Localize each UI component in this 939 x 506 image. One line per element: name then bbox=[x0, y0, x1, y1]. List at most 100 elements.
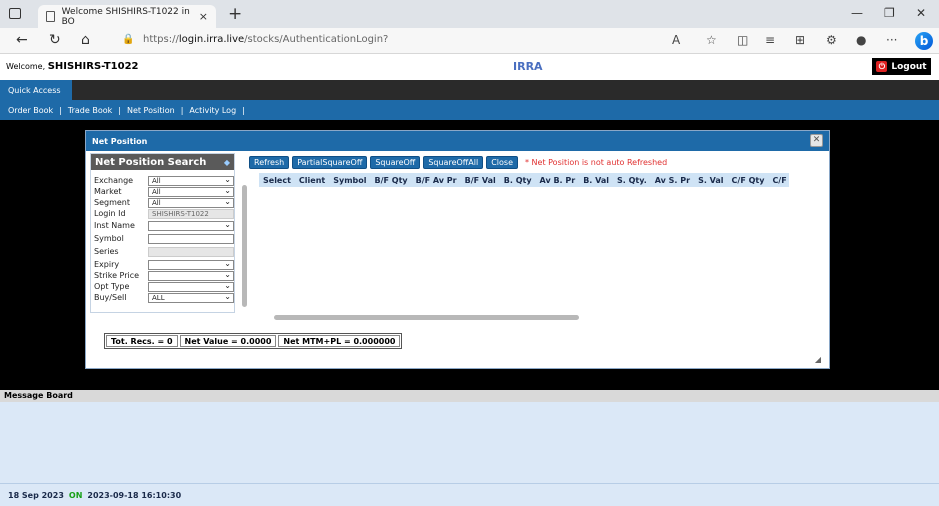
power-icon: ⏻ bbox=[876, 61, 888, 72]
collections-icon[interactable]: ⊞ bbox=[795, 33, 805, 47]
col-b-val[interactable]: B. Val bbox=[579, 176, 613, 185]
squareoff-all-button[interactable]: SquareOffAll bbox=[423, 156, 484, 169]
window-close-icon[interactable]: ✕ bbox=[916, 6, 926, 20]
col-av-s-pr[interactable]: Av S. Pr bbox=[651, 176, 694, 185]
refresh-button[interactable]: Refresh bbox=[249, 156, 290, 169]
brand-title: IRRA bbox=[513, 60, 543, 73]
net-position-dialog: Net Position ✕ Net Position Search ◆ Exch… bbox=[85, 130, 830, 369]
exchange-label: Exchange bbox=[94, 176, 134, 185]
search-scrollbar[interactable] bbox=[241, 175, 248, 315]
close-button[interactable]: Close bbox=[486, 156, 519, 169]
totals-bar: Tot. Recs. = 0 Net Value = 0.0000 Net MT… bbox=[104, 333, 403, 349]
reload-icon[interactable]: ↻ bbox=[49, 32, 61, 48]
tab-title: Welcome SHISHIRS-T1022 in BO bbox=[61, 6, 190, 27]
more-menu-icon[interactable]: ··· bbox=[886, 33, 897, 47]
collapse-icon[interactable]: ◆ bbox=[224, 158, 230, 167]
nav-trade-book[interactable]: Trade Book bbox=[68, 106, 112, 115]
favorites-icon[interactable]: ≡ bbox=[765, 33, 775, 47]
squareoff-button[interactable]: SquareOff bbox=[370, 156, 421, 169]
opt-type-select[interactable]: ⌄ bbox=[148, 282, 234, 292]
col-cf-qty[interactable]: C/F Qty bbox=[728, 176, 769, 185]
restore-icon[interactable]: ❐ bbox=[884, 6, 895, 20]
buy-sell-label: Buy/Sell bbox=[94, 293, 127, 302]
symbol-label: Symbol bbox=[94, 234, 124, 243]
resize-handle-icon[interactable]: ◢ bbox=[815, 355, 821, 364]
app-header: Welcome, SHISHIRS-T1022 IRRA ⏻ Logout bbox=[0, 54, 939, 78]
strike-price-label: Strike Price bbox=[94, 271, 140, 280]
minimize-icon[interactable]: — bbox=[851, 6, 863, 20]
welcome-text: Welcome, SHISHIRS-T1022 bbox=[6, 61, 139, 72]
new-tab-icon[interactable]: + bbox=[228, 4, 242, 24]
browser-tab[interactable]: Welcome SHISHIRS-T1022 in BO × bbox=[38, 5, 216, 28]
logout-button[interactable]: ⏻ Logout bbox=[872, 58, 931, 75]
net-value: Net Value = 0.0000 bbox=[179, 335, 277, 347]
lock-icon[interactable]: 🔒 bbox=[122, 34, 134, 45]
home-icon[interactable]: ⌂ bbox=[81, 32, 90, 48]
browser-tabstrip: Welcome SHISHIRS-T1022 in BO × + — ❐ ✕ bbox=[0, 0, 939, 28]
col-s-qty[interactable]: S. Qty. bbox=[613, 176, 651, 185]
expiry-label: Expiry bbox=[94, 260, 120, 269]
nav-order-book[interactable]: Order Book bbox=[8, 106, 53, 115]
col-s-val[interactable]: S. Val bbox=[694, 176, 727, 185]
read-aloud-icon[interactable]: A bbox=[672, 33, 680, 47]
opt-type-label: Opt Type bbox=[94, 282, 130, 291]
col-client[interactable]: Client bbox=[295, 176, 329, 185]
segment-select[interactable]: All ⌄ bbox=[148, 198, 234, 208]
status-datetime: 2023-09-18 16:10:30 bbox=[87, 490, 182, 500]
page-icon bbox=[46, 11, 55, 22]
nav-activity-log[interactable]: Activity Log bbox=[189, 106, 236, 115]
message-board-title: Message Board bbox=[0, 390, 939, 402]
username: SHISHIRS-T1022 bbox=[47, 61, 139, 72]
address-bar: ← ↻ ⌂ 🔒 https://login.irra.live/stocks/A… bbox=[0, 28, 939, 54]
url-field[interactable]: https://login.irra.live/stocks/Authentic… bbox=[143, 34, 388, 45]
profile-avatar-icon[interactable]: ● bbox=[856, 33, 866, 47]
message-board bbox=[0, 402, 939, 483]
extensions-icon[interactable]: ⚙ bbox=[826, 33, 837, 47]
position-table-header: Select Client Symbol B/F Qty B/F Av Pr B… bbox=[259, 173, 789, 187]
col-cf-a[interactable]: C/F A bbox=[768, 176, 789, 185]
login-id-field: SHISHIRS-T1022 bbox=[148, 209, 234, 219]
search-title: Net Position Search ◆ bbox=[91, 154, 234, 170]
col-bf-avpr[interactable]: B/F Av Pr bbox=[412, 176, 461, 185]
nav-net-position[interactable]: Net Position bbox=[127, 106, 175, 115]
partial-squareoff-button[interactable]: PartialSquareOff bbox=[292, 156, 368, 169]
col-av-b-pr[interactable]: Av B. Pr bbox=[536, 176, 580, 185]
favorite-star-icon[interactable]: ☆ bbox=[706, 33, 717, 47]
buy-sell-select[interactable]: ALL ⌄ bbox=[148, 293, 234, 303]
tab-close-icon[interactable]: × bbox=[199, 10, 208, 23]
total-records: Tot. Recs. = 0 bbox=[106, 335, 178, 347]
main-nav: Order Book | Trade Book | Net Position |… bbox=[0, 100, 939, 120]
col-b-qty[interactable]: B. Qty bbox=[500, 176, 536, 185]
inst-name-select[interactable]: ⌄ bbox=[148, 221, 234, 231]
search-panel: Net Position Search ◆ Exchange All ⌄ Marke… bbox=[90, 153, 235, 313]
market-label: Market bbox=[94, 187, 122, 196]
net-mtm: Net MTM+PL = 0.000000 bbox=[278, 335, 401, 347]
quick-access-tab[interactable]: Quick Access bbox=[0, 80, 72, 100]
status-bar: 18 Sep 2023 ON 2023-09-18 16:10:30 bbox=[0, 483, 939, 506]
series-label: Series bbox=[94, 247, 119, 256]
series-field bbox=[148, 247, 234, 257]
status-on: ON bbox=[68, 490, 83, 500]
dialog-close-icon[interactable]: ✕ bbox=[810, 134, 823, 147]
col-bf-qty[interactable]: B/F Qty bbox=[371, 176, 412, 185]
refresh-note: * Net Position is not auto Refreshed bbox=[525, 158, 668, 167]
inst-name-label: Inst Name bbox=[94, 221, 135, 230]
dialog-title: Net Position bbox=[86, 131, 829, 151]
exchange-select[interactable]: All ⌄ bbox=[148, 176, 234, 186]
strike-price-select[interactable]: ⌄ bbox=[148, 271, 234, 281]
symbol-input[interactable] bbox=[148, 234, 234, 244]
bing-icon[interactable]: b bbox=[915, 32, 933, 50]
market-select[interactable]: All ⌄ bbox=[148, 187, 234, 197]
col-bf-val[interactable]: B/F Val bbox=[461, 176, 500, 185]
quick-access-bar: Quick Access bbox=[0, 80, 939, 100]
table-horizontal-scrollbar[interactable] bbox=[259, 313, 789, 322]
expiry-select[interactable]: ⌄ bbox=[148, 260, 234, 270]
segment-label: Segment bbox=[94, 198, 130, 207]
login-id-label: Login Id bbox=[94, 209, 126, 218]
tab-actions-icon[interactable] bbox=[9, 8, 21, 19]
back-icon[interactable]: ← bbox=[16, 32, 28, 48]
split-screen-icon[interactable]: ◫ bbox=[737, 33, 748, 47]
action-buttons: Refresh PartialSquareOff SquareOff Squar… bbox=[249, 156, 667, 169]
col-symbol[interactable]: Symbol bbox=[329, 176, 370, 185]
col-select[interactable]: Select bbox=[259, 176, 295, 185]
